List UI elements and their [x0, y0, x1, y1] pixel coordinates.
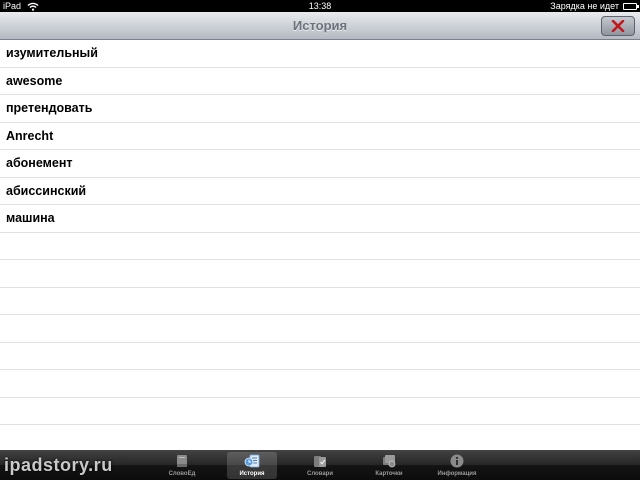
status-time: 13:38	[308, 1, 332, 11]
list-item[interactable]: машина	[0, 205, 640, 233]
empty-row	[0, 260, 640, 288]
tab-label: СловоЕд	[168, 471, 196, 477]
status-bar: iPad 13:38 Зарядка не идет	[0, 0, 640, 12]
tab-label: Словари	[306, 471, 334, 477]
list-item[interactable]: абиссинский	[0, 178, 640, 205]
empty-row	[0, 370, 640, 398]
empty-row	[0, 288, 640, 315]
tab-label: Информация	[437, 471, 477, 477]
nav-bar: История	[0, 12, 640, 40]
tab-label: История	[239, 471, 265, 477]
dictionaries-icon	[314, 456, 326, 467]
tab-slovoed[interactable]: СловоЕд	[157, 452, 207, 479]
tab-dictionaries[interactable]: Словари	[295, 452, 345, 479]
list-item[interactable]: Anrecht	[0, 123, 640, 150]
empty-row	[0, 398, 640, 425]
watermark: ipadstory.ru	[4, 455, 113, 475]
charging-status: Зарядка не идет	[550, 1, 619, 11]
list-item[interactable]: awesome	[0, 68, 640, 95]
empty-row	[0, 315, 640, 343]
tab-info[interactable]: Информация	[432, 452, 482, 479]
history-list-icon	[244, 454, 260, 468]
flashcards-icon	[383, 455, 396, 468]
empty-row	[0, 425, 640, 450]
tab-label: Карточки	[375, 471, 403, 477]
history-list: изумительный awesome претендовать Anrech…	[0, 40, 640, 450]
tab-history[interactable]: История	[227, 452, 277, 479]
list-item[interactable]: претендовать	[0, 95, 640, 123]
empty-row	[0, 233, 640, 260]
info-icon	[450, 454, 464, 468]
page-title: История	[292, 18, 348, 33]
list-item[interactable]: изумительный	[0, 40, 640, 68]
battery-icon	[623, 2, 639, 10]
tab-flashcards[interactable]: Карточки	[364, 452, 414, 479]
list-item[interactable]: абонемент	[0, 150, 640, 178]
close-icon	[611, 20, 625, 32]
empty-row	[0, 343, 640, 370]
close-button[interactable]	[601, 16, 635, 36]
book-icon	[177, 455, 187, 467]
